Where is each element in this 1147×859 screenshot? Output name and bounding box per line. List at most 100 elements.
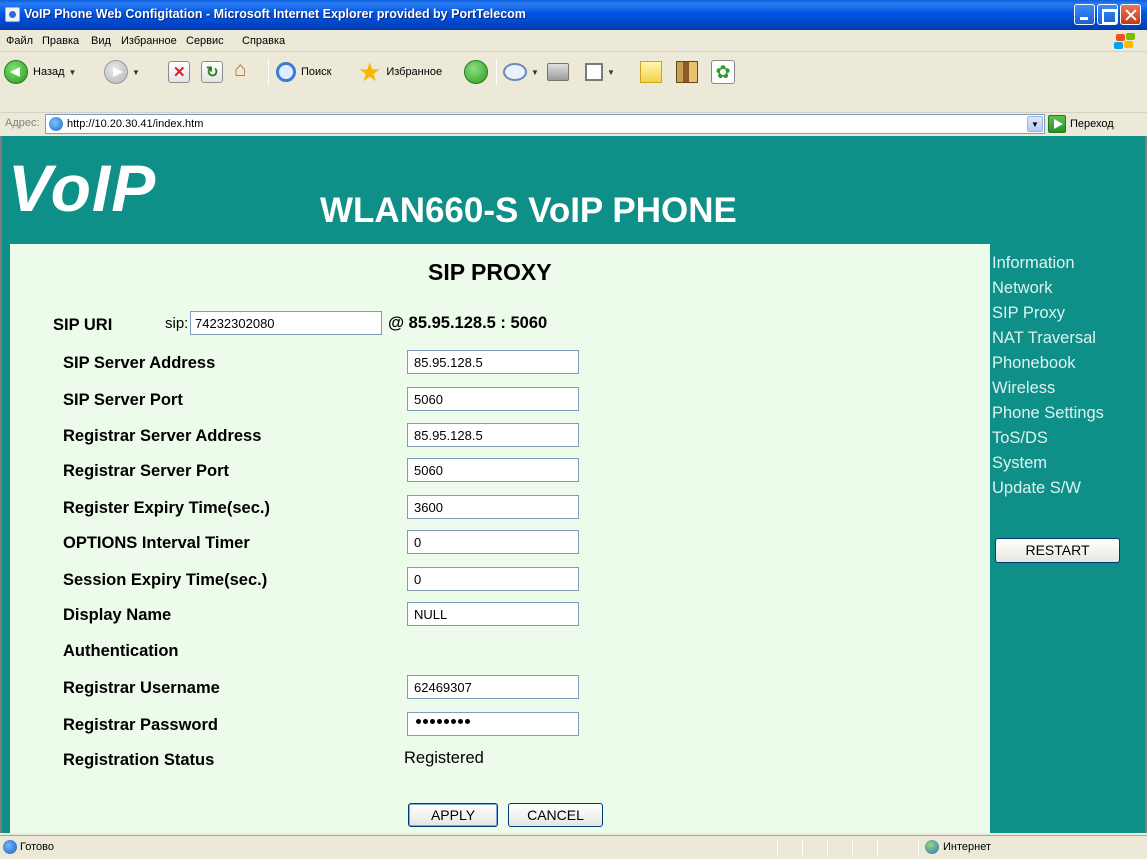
home-button[interactable]: ⌂ <box>234 57 256 87</box>
registrar-password-label: Registrar Password <box>63 716 218 734</box>
history-button[interactable] <box>464 57 488 87</box>
registrar-server-port-input[interactable] <box>407 458 579 482</box>
window-title: VoIP Phone Web Configitation - Microsoft… <box>24 7 526 21</box>
favorites-label: Избранное <box>386 66 443 78</box>
password-mask <box>416 719 470 724</box>
search-icon <box>276 62 296 82</box>
ie-page-icon <box>5 7 20 22</box>
options-interval-input[interactable] <box>407 530 579 554</box>
sip-uri-host: @ 85.95.128.5 : 5060 <box>388 314 548 332</box>
flower-icon: ✿ <box>711 60 735 84</box>
register-expiry-label: Register Expiry Time(sec.) <box>63 499 270 517</box>
back-button[interactable]: Назад ▼ <box>4 57 76 87</box>
chevron-down-icon[interactable]: ▼ <box>69 68 77 77</box>
go-arrow-icon <box>1048 115 1066 133</box>
session-expiry-label: Session Expiry Time(sec.) <box>63 571 268 589</box>
chevron-down-icon[interactable]: ▼ <box>1027 116 1043 132</box>
window-titlebar: VoIP Phone Web Configitation - Microsoft… <box>0 0 1147 30</box>
status-text: Готово <box>20 841 54 853</box>
books-icon <box>676 61 698 83</box>
sidebar-item-update-sw[interactable]: Update S/W <box>992 479 1081 498</box>
voip-logo: VoIP <box>8 151 157 225</box>
print-button[interactable] <box>547 57 569 87</box>
mail-button[interactable]: ▼ <box>503 57 539 87</box>
address-input[interactable]: http://10.20.30.41/index.htm ▼ <box>45 114 1045 134</box>
note-button[interactable] <box>640 57 662 87</box>
minimize-button[interactable] <box>1074 4 1095 25</box>
back-arrow-icon <box>4 60 28 84</box>
windows-logo-icon <box>1113 33 1137 50</box>
chevron-down-icon[interactable]: ▼ <box>607 68 615 77</box>
registrar-password-input[interactable] <box>407 712 579 736</box>
chevron-down-icon[interactable]: ▼ <box>132 68 140 77</box>
edit-page-icon <box>585 63 603 81</box>
authentication-heading: Authentication <box>63 642 179 660</box>
sip-server-address-input[interactable] <box>407 350 579 374</box>
research-button[interactable] <box>676 57 698 87</box>
apply-button[interactable]: APPLY <box>408 803 498 827</box>
options-interval-label: OPTIONS Interval Timer <box>63 534 250 552</box>
go-button[interactable]: Переход <box>1048 114 1114 134</box>
ie-page-icon <box>3 840 17 854</box>
star-icon: ★ <box>358 57 382 87</box>
cancel-button[interactable]: CANCEL <box>508 803 603 827</box>
printer-icon <box>547 63 569 81</box>
restart-button[interactable]: RESTART <box>995 538 1120 563</box>
close-button[interactable] <box>1120 4 1141 25</box>
sidebar-item-phone-settings[interactable]: Phone Settings <box>992 404 1104 423</box>
menu-view[interactable]: Вид <box>91 35 111 47</box>
search-button[interactable]: Поиск <box>276 57 331 87</box>
sidebar-item-nat-traversal[interactable]: NAT Traversal <box>992 329 1096 348</box>
sip-prefix: sip: <box>165 315 189 332</box>
sidebar-item-system[interactable]: System <box>992 454 1047 473</box>
back-label: Назад <box>33 66 65 78</box>
security-zone-label: Интернет <box>943 841 991 853</box>
registrar-server-port-label: Registrar Server Port <box>63 462 229 480</box>
display-name-input[interactable] <box>407 602 579 626</box>
address-url: http://10.20.30.41/index.htm <box>67 118 204 130</box>
menu-tools[interactable]: Сервис <box>186 35 224 47</box>
registrar-username-label: Registrar Username <box>63 679 220 697</box>
registrar-username-input[interactable] <box>407 675 579 699</box>
page-title: SIP PROXY <box>428 259 552 285</box>
sidebar-item-phonebook[interactable]: Phonebook <box>992 354 1076 373</box>
go-label: Переход <box>1070 118 1114 130</box>
session-expiry-input[interactable] <box>407 567 579 591</box>
sip-server-port-input[interactable] <box>407 387 579 411</box>
status-bar: Готово Интернет <box>0 835 1147 859</box>
sip-uri-label: SIP URI <box>53 316 113 334</box>
menu-file[interactable]: Файл <box>6 35 33 47</box>
sidebar-item-tos-ds[interactable]: ToS/DS <box>992 429 1048 448</box>
mail-icon <box>503 63 527 81</box>
page-viewport: VoIP WLAN660-S VoIP PHONE SIP PROXY SIP … <box>0 136 1147 833</box>
globe-icon <box>925 840 939 854</box>
forward-button[interactable]: ▼ <box>104 57 140 87</box>
stop-button[interactable]: ✕ <box>168 57 190 87</box>
edit-button[interactable]: ▼ <box>585 57 615 87</box>
menu-help[interactable]: Справка <box>242 35 285 47</box>
maximize-button[interactable] <box>1097 4 1118 25</box>
registrar-server-address-input[interactable] <box>407 423 579 447</box>
sidebar-item-network[interactable]: Network <box>992 279 1053 298</box>
display-name-label: Display Name <box>63 606 172 624</box>
refresh-button[interactable]: ↻ <box>201 57 223 87</box>
forward-arrow-icon <box>104 60 128 84</box>
icq-button[interactable]: ✿ <box>711 57 735 87</box>
sip-server-port-label: SIP Server Port <box>63 391 183 409</box>
sidebar-item-information[interactable]: Information <box>992 254 1075 273</box>
menu-bar: Файл Правка Вид Избранное Сервис Справка <box>0 30 1147 52</box>
register-expiry-input[interactable] <box>407 495 579 519</box>
favorites-button[interactable]: ★ Избранное <box>358 57 442 87</box>
menu-favorites[interactable]: Избранное <box>121 35 177 47</box>
chevron-down-icon[interactable]: ▼ <box>531 68 539 77</box>
ie-page-icon <box>49 117 63 131</box>
sip-uri-input[interactable] <box>190 311 382 335</box>
sidebar-item-sip-proxy[interactable]: SIP Proxy <box>992 304 1065 323</box>
search-label: Поиск <box>301 66 332 78</box>
sidebar-item-wireless[interactable]: Wireless <box>992 379 1055 398</box>
registration-status-label: Registration Status <box>63 751 215 769</box>
address-label: Адрес: <box>5 117 40 129</box>
home-icon: ⌂ <box>234 58 247 81</box>
content-panel: SIP PROXY SIP URI sip: @ 85.95.128.5 : 5… <box>10 244 990 833</box>
menu-edit[interactable]: Правка <box>42 35 79 47</box>
